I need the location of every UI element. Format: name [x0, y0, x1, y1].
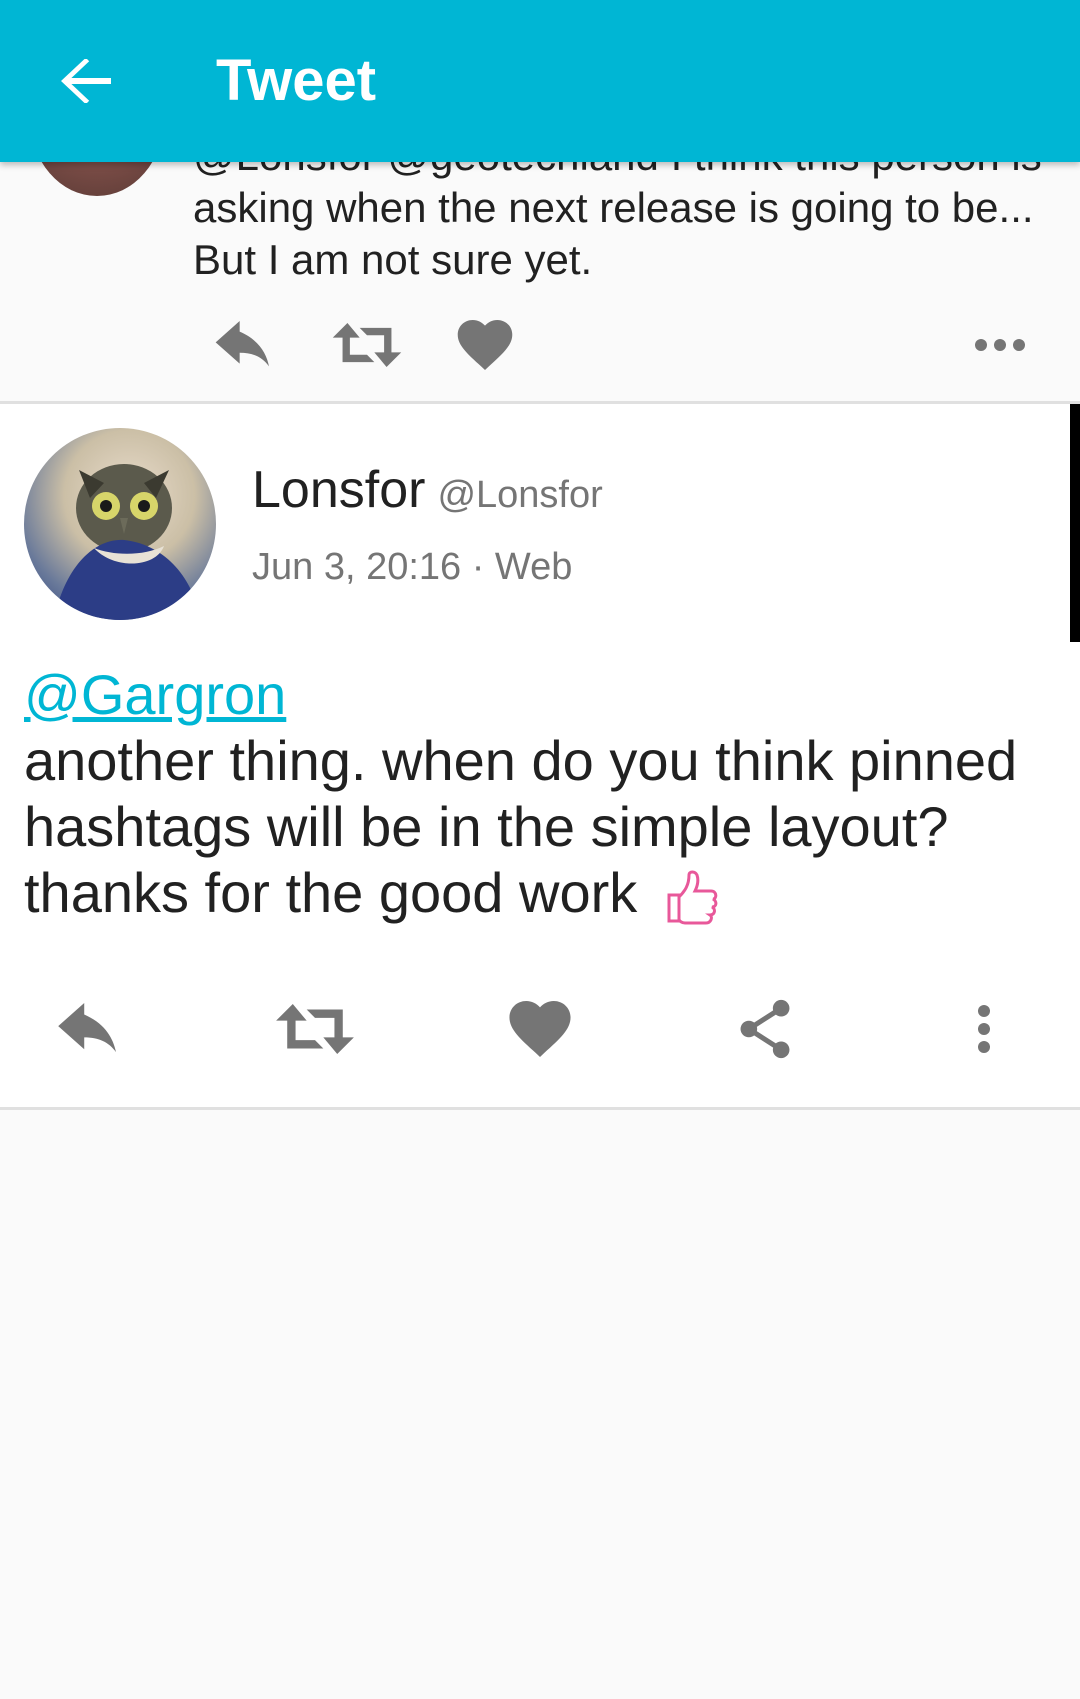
status-body: another thing. when do you think pinned … — [24, 729, 1018, 924]
arrow-back-icon[interactable] — [54, 50, 116, 112]
display-name[interactable]: Lonsfor — [252, 460, 425, 520]
boost-icon[interactable] — [327, 310, 407, 380]
status-content: @Gargron another thing. when do you thin… — [24, 662, 1054, 926]
boost-icon[interactable] — [255, 984, 375, 1074]
status-meta: Jun 3, 20:16 · Web — [252, 546, 573, 588]
status-card: Lonsfor @Lonsfor Jun 3, 20:16 · Web @Gar… — [0, 404, 1080, 1110]
favourite-icon[interactable] — [445, 310, 525, 380]
more-horizontal-icon[interactable] — [960, 310, 1040, 380]
app-bar: Tweet — [0, 0, 1080, 162]
favourite-icon[interactable] — [480, 984, 600, 1074]
more-vertical-icon[interactable] — [924, 984, 1044, 1074]
reply-icon[interactable] — [30, 984, 150, 1074]
owl-avatar-icon — [54, 464, 200, 620]
status-actions — [0, 984, 1080, 1074]
previous-status-actions — [0, 310, 1080, 380]
reply-icon[interactable] — [205, 310, 285, 380]
mention-link[interactable]: @Gargron — [24, 662, 1054, 728]
page-title: Tweet — [216, 48, 377, 113]
account-row[interactable]: Lonsfor @Lonsfor — [252, 460, 603, 520]
scrollbar[interactable] — [1070, 404, 1080, 642]
avatar[interactable] — [24, 428, 216, 620]
thumbs-up-icon — [663, 869, 721, 925]
account-handle[interactable]: @Lonsfor — [437, 474, 602, 517]
share-icon[interactable] — [705, 984, 825, 1074]
